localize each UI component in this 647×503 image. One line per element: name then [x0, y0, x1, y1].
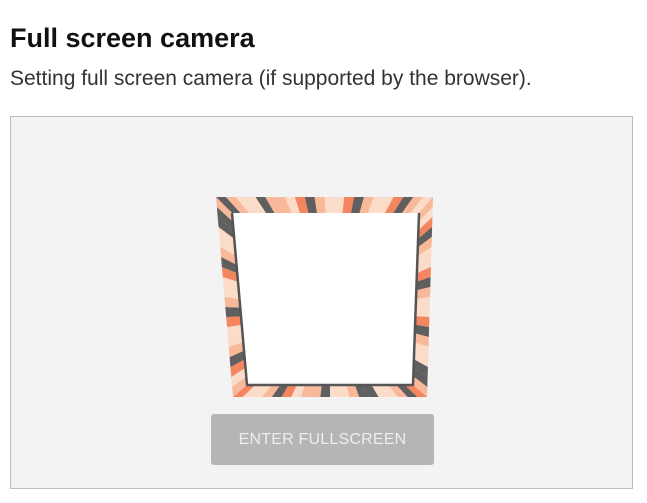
frame-tile — [334, 197, 345, 213]
page-subtitle: Setting full screen camera (if supported… — [10, 67, 532, 90]
page-title: Full screen camera — [10, 23, 255, 53]
frame-tile — [330, 385, 340, 397]
enter-fullscreen-button[interactable]: ENTER FULLSCREEN — [211, 414, 434, 465]
frame-tile — [225, 307, 241, 317]
frame-inner-panel — [232, 213, 419, 385]
frame-tile — [415, 307, 430, 317]
camera-viewer[interactable]: ENTER FULLSCREEN — [10, 116, 633, 489]
frame-tile — [320, 385, 330, 397]
picture-frame-model — [216, 197, 433, 397]
frame-tile — [324, 197, 335, 213]
